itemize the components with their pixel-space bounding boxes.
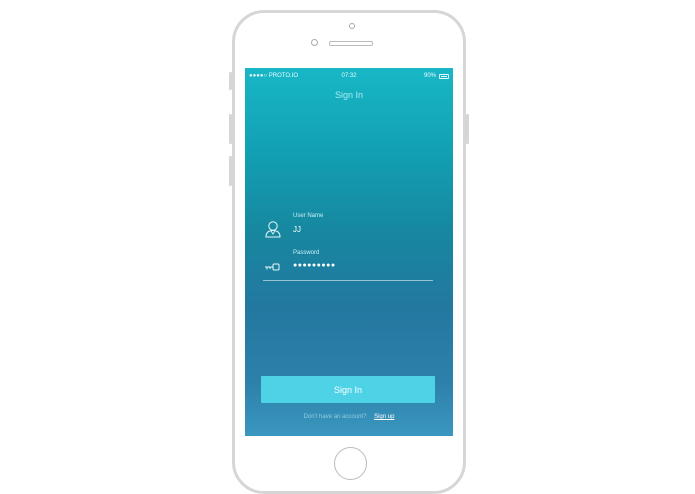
signup-prompt: Don't have an account? Sign up [245,414,453,420]
user-icon [265,221,281,238]
status-bar: ●●●●○ PROTO.IO 07:32 90% [249,71,449,81]
home-button[interactable] [334,447,367,480]
password-input[interactable]: ●●●●●●●●● [293,262,433,269]
battery-percent: 90% [423,73,436,79]
battery-indicator: 90% [424,71,449,81]
password-label: Password [293,250,320,256]
app-screen: ●●●●○ PROTO.IO 07:32 90% Sign In User Na… [245,68,453,436]
clock: 07:32 [341,73,357,79]
battery-icon [439,73,449,79]
field-divider [263,280,433,281]
no-account-text: Don't have an account? [303,414,367,420]
volume-down-button [229,156,232,186]
username-input[interactable]: JJ [293,225,433,234]
sign-in-button[interactable]: Sign In [261,376,435,403]
volume-up-button [229,114,232,144]
power-button [466,114,469,144]
front-camera [311,39,318,46]
mute-switch [229,72,232,90]
sign-up-link[interactable]: Sign up [374,414,394,420]
sensor-dot [349,23,355,29]
page-title: Sign In [334,90,364,100]
key-icon [265,263,280,271]
username-label: User Name [293,213,324,219]
earpiece-speaker [329,41,373,46]
